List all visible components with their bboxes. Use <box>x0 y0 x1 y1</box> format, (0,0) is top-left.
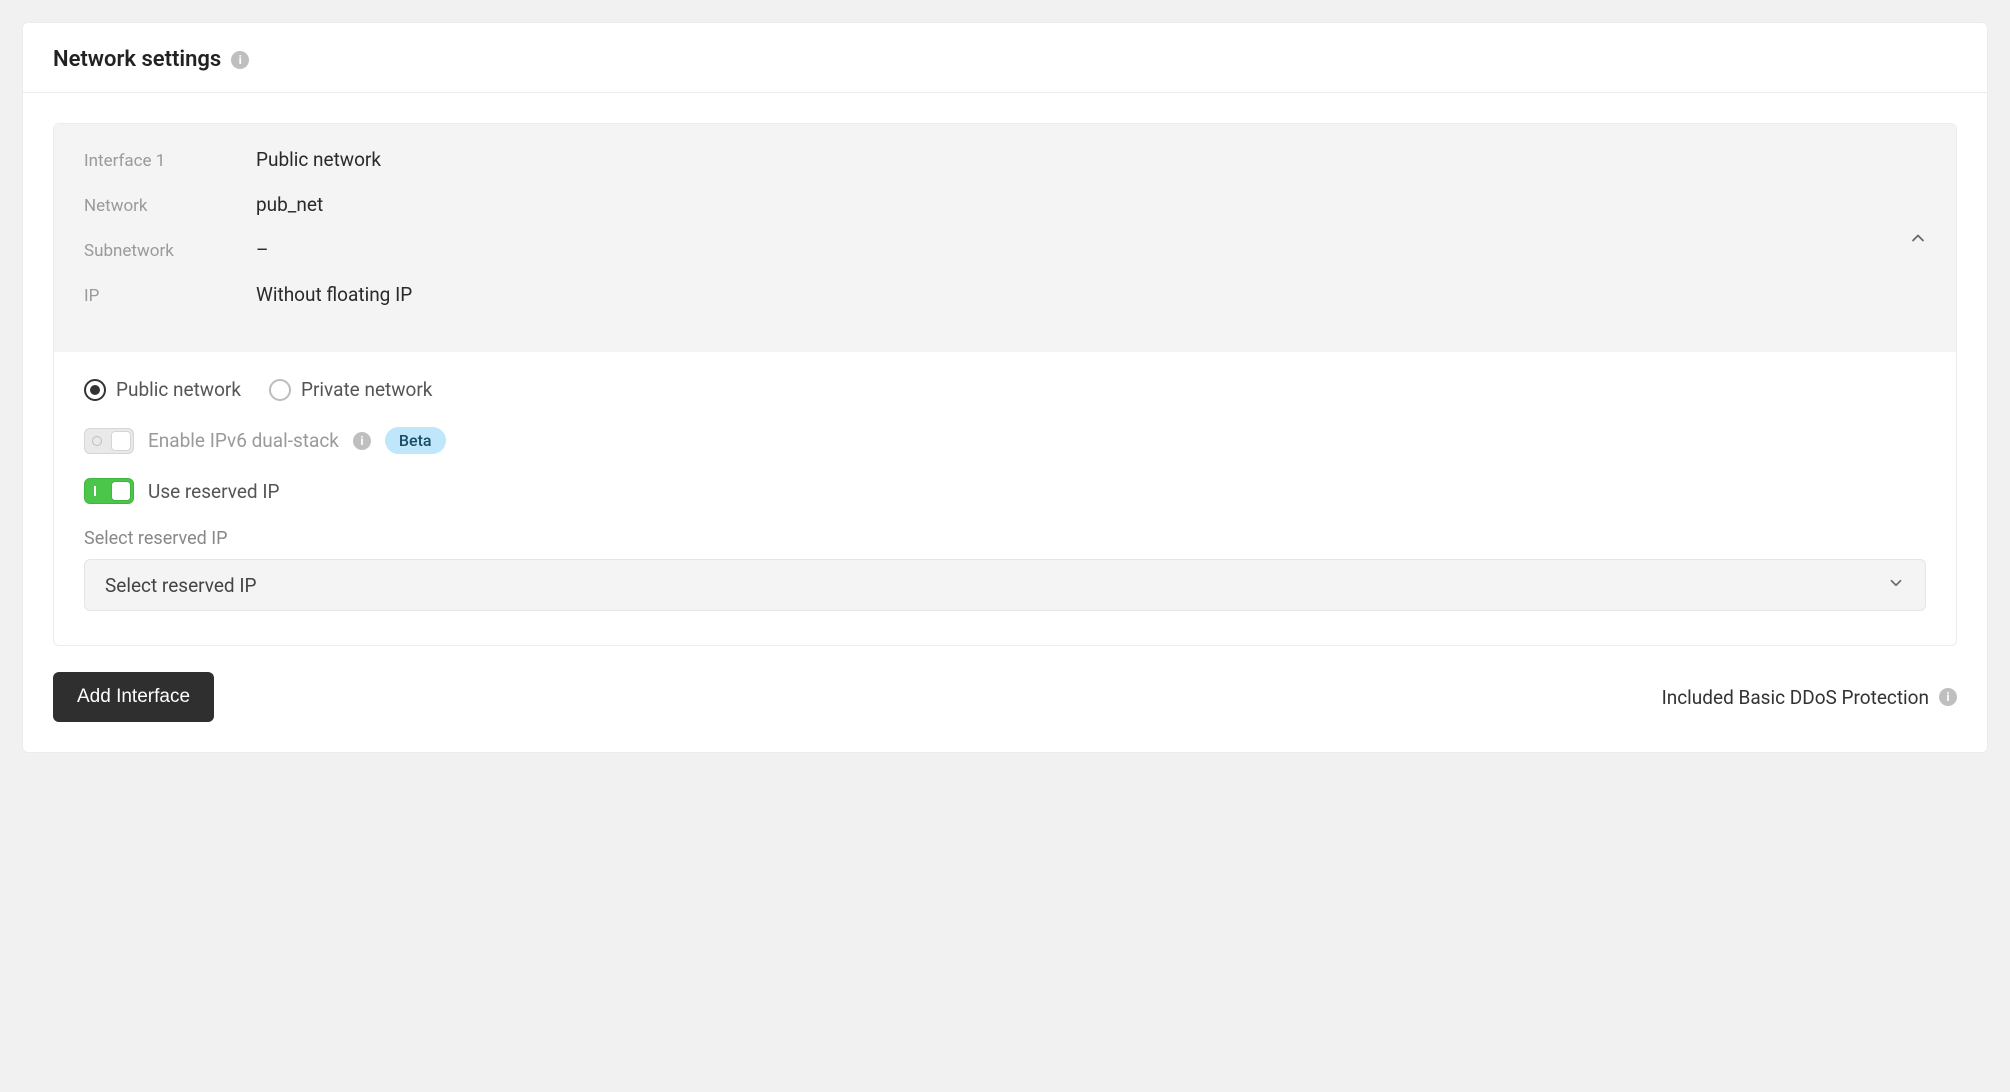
card-title: Network settings <box>53 47 221 72</box>
summary-value-interface: Public network <box>256 148 381 171</box>
interface-summary: Interface 1 Public network Network pub_n… <box>54 124 1956 352</box>
info-icon[interactable]: i <box>353 432 371 450</box>
select-label: Select reserved IP <box>84 528 1926 549</box>
interface-details: Public network Private network Enable IP… <box>54 352 1956 645</box>
reserved-ip-select-field: Select reserved IP Select reserved IP <box>84 528 1926 611</box>
ipv6-toggle[interactable] <box>84 428 134 454</box>
reserved-ip-label: Use reserved IP <box>148 480 279 503</box>
summary-value-subnetwork: – <box>256 238 268 261</box>
interface-panel: Interface 1 Public network Network pub_n… <box>53 123 1957 646</box>
radio-unchecked-icon <box>269 379 291 401</box>
ipv6-label: Enable IPv6 dual-stack <box>148 429 339 452</box>
radio-private-label: Private network <box>301 378 432 401</box>
info-icon[interactable]: i <box>1939 688 1957 706</box>
ipv6-toggle-row: Enable IPv6 dual-stack i Beta <box>84 427 1926 454</box>
reserved-ip-toggle[interactable] <box>84 478 134 504</box>
card-footer: Add Interface Included Basic DDoS Protec… <box>53 672 1957 722</box>
card-header: Network settings i <box>23 23 1987 93</box>
radio-checked-icon <box>84 379 106 401</box>
summary-label-interface: Interface 1 <box>84 151 256 171</box>
radio-private-network[interactable]: Private network <box>269 378 432 401</box>
reserved-ip-toggle-row: Use reserved IP <box>84 478 1926 504</box>
chevron-up-icon[interactable] <box>1908 228 1928 248</box>
summary-label-ip: IP <box>84 286 256 306</box>
summary-value-ip: Without floating IP <box>256 283 412 306</box>
radio-public-label: Public network <box>116 378 241 401</box>
info-icon[interactable]: i <box>231 51 249 69</box>
radio-public-network[interactable]: Public network <box>84 378 241 401</box>
chevron-down-icon <box>1887 574 1905 597</box>
summary-label-network: Network <box>84 196 256 216</box>
summary-value-network: pub_net <box>256 193 323 216</box>
summary-label-subnetwork: Subnetwork <box>84 241 256 261</box>
network-type-group: Public network Private network <box>84 378 1926 401</box>
network-settings-card: Network settings i Interface 1 Public ne… <box>22 22 1988 753</box>
select-placeholder: Select reserved IP <box>105 574 257 597</box>
beta-badge: Beta <box>385 427 446 454</box>
ddos-protection-note: Included Basic DDoS Protection i <box>1662 686 1957 709</box>
add-interface-button[interactable]: Add Interface <box>53 672 214 722</box>
reserved-ip-select[interactable]: Select reserved IP <box>84 559 1926 611</box>
ddos-text: Included Basic DDoS Protection <box>1662 686 1929 709</box>
